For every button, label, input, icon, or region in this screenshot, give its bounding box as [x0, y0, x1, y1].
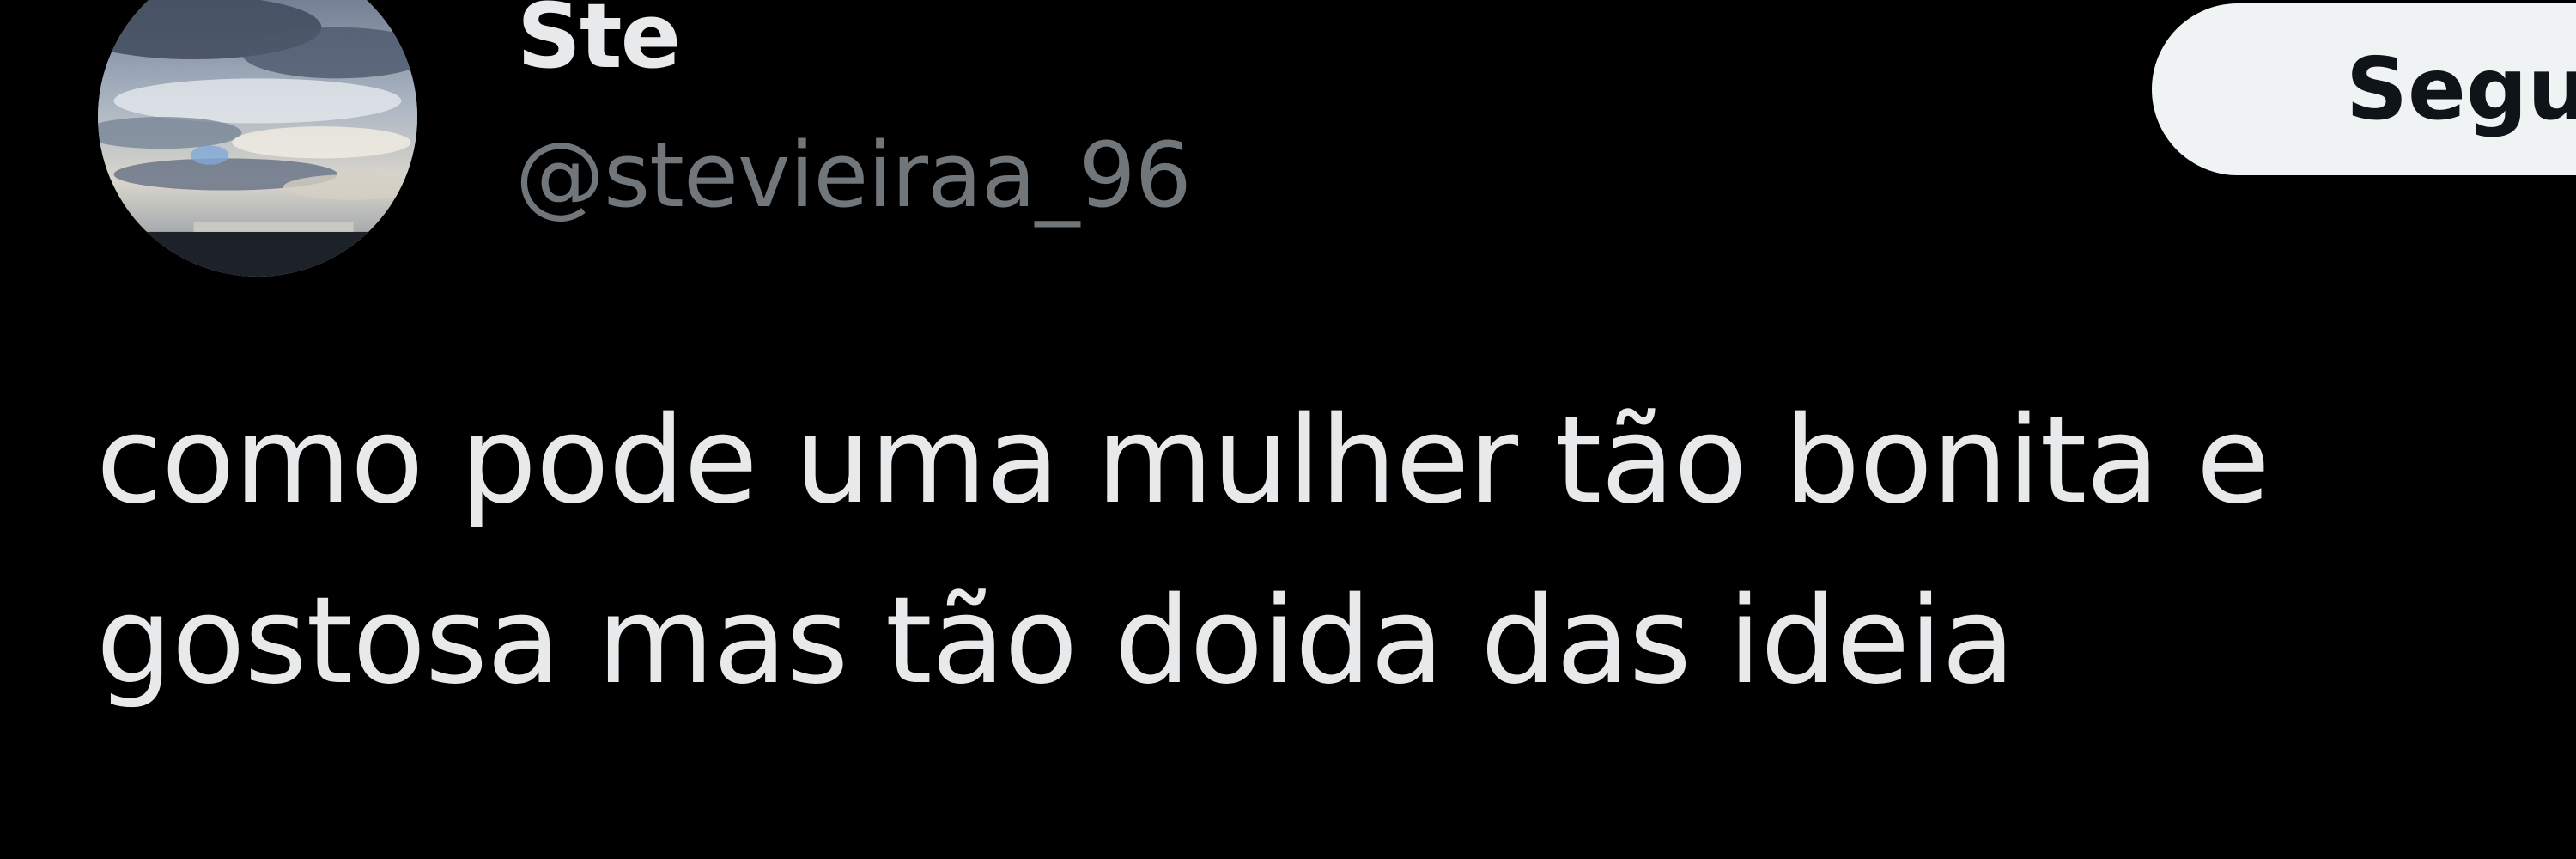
user-handle[interactable]: @stevieiraa_96: [515, 124, 1192, 227]
follow-button-label: Segu: [2346, 39, 2576, 139]
display-name[interactable]: Ste: [517, 0, 681, 88]
tweet-text: como pode uma mulher tão bonita e gostos…: [96, 391, 2270, 711]
follow-button[interactable]: Segu: [2152, 3, 2576, 175]
avatar[interactable]: [98, 0, 417, 277]
avatar-sky-image: [98, 0, 417, 277]
tweet: Ste @stevieiraa_96 Segu como pode uma mu…: [0, 0, 2576, 859]
